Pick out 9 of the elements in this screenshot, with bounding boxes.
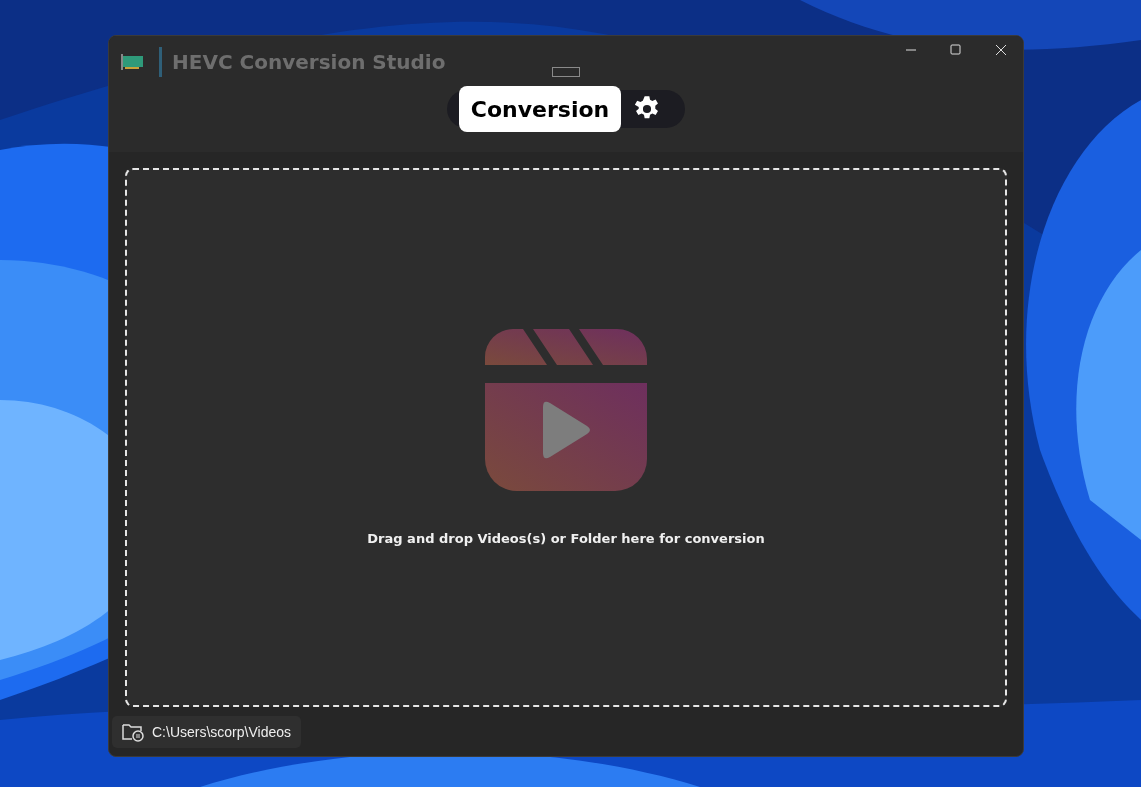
conversion-tab[interactable]: Conversion: [458, 86, 622, 132]
drop-zone[interactable]: Drag and drop Videos(s) or Folder here for conversion: [125, 168, 1007, 707]
drag-handle-icon[interactable]: [552, 67, 580, 77]
window-title: HEVC Conversion Studio: [172, 50, 446, 74]
drop-instruction: Drag and drop Videos(s) or Folder here for conversion: [367, 531, 765, 546]
folder-icon: [122, 721, 144, 742]
video-clapper-icon: [485, 329, 647, 491]
gpu-card-icon: [121, 54, 145, 70]
output-folder-button[interactable]: C:\Users\scorp\Videos: [112, 715, 301, 748]
